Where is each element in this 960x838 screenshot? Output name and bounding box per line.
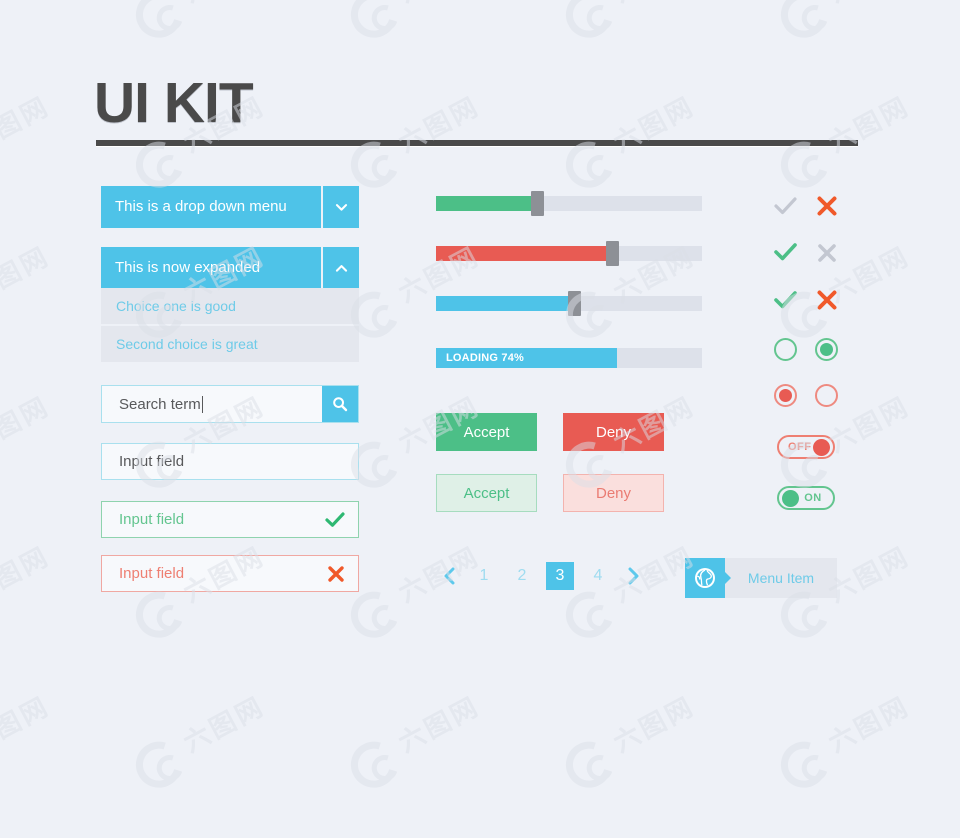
- watermark-text: 六图网: [179, 691, 271, 759]
- dropdown-collapsed-toggle[interactable]: [321, 186, 359, 228]
- watermark-spiral-icon: [772, 733, 836, 796]
- cross-icon: [328, 565, 344, 582]
- search-box[interactable]: Search term: [101, 385, 359, 423]
- pagination-page-2[interactable]: 2: [508, 562, 536, 590]
- progress-bar-label: LOADING 74%: [446, 352, 524, 364]
- dropdown-collapsed-label: This is a drop down menu: [101, 186, 321, 228]
- search-input[interactable]: Search term: [102, 386, 322, 422]
- toggle-off[interactable]: OFF: [777, 435, 835, 459]
- pagination: 1 2 3 4: [438, 562, 644, 590]
- input-field-valid-value: Input field: [119, 511, 185, 528]
- dropdown-expanded[interactable]: This is now expanded: [101, 247, 359, 289]
- cross-icon-active-1[interactable]: [816, 195, 840, 219]
- globe-icon: [695, 568, 715, 588]
- slider-green[interactable]: [436, 191, 702, 216]
- slider-red-knob[interactable]: [605, 241, 619, 266]
- ui-kit-page: UI KIT This is a drop down menu This is …: [0, 0, 960, 687]
- slider-blue[interactable]: [436, 291, 702, 316]
- dropdown-collapsed[interactable]: This is a drop down menu: [101, 186, 359, 228]
- watermark-spiral-icon: [557, 733, 621, 796]
- toggle-off-label: OFF: [788, 441, 812, 453]
- chevron-up-icon: [335, 264, 347, 272]
- pagination-page-3[interactable]: 3: [546, 562, 574, 590]
- text-caret: [201, 395, 203, 413]
- search-button[interactable]: [322, 386, 358, 422]
- watermark-spiral-icon: [127, 733, 191, 796]
- slider-blue-fill: [436, 296, 575, 311]
- slider-red-fill: [436, 246, 612, 261]
- search-input-value: Search term: [119, 395, 201, 413]
- check-icon-active-2[interactable]: [774, 242, 798, 266]
- header-divider: [96, 140, 858, 146]
- slider-red[interactable]: [436, 241, 702, 266]
- search-icon: [333, 397, 348, 412]
- input-field-plain-value: Input field: [119, 453, 185, 470]
- progress-bar: LOADING 74%: [436, 348, 702, 368]
- check-icon: [325, 512, 345, 527]
- radio-green-filled[interactable]: [815, 338, 838, 361]
- deny-button-light[interactable]: Deny: [563, 474, 664, 512]
- input-field-error[interactable]: Input field: [101, 555, 359, 592]
- dropdown-option-1[interactable]: Choice one is good: [101, 288, 359, 326]
- menu-item[interactable]: Menu Item: [685, 558, 837, 598]
- slider-green-fill: [436, 196, 538, 211]
- slider-blue-knob[interactable]: [568, 291, 582, 316]
- radio-red-empty[interactable]: [815, 384, 838, 407]
- check-icon-inactive-1[interactable]: [774, 196, 798, 220]
- page-title: UI KIT: [94, 71, 254, 135]
- dropdown-option-list: Choice one is good Second choice is grea…: [101, 288, 359, 362]
- chevron-down-icon: [335, 203, 347, 211]
- cross-icon: [817, 196, 837, 216]
- pagination-prev[interactable]: [438, 563, 460, 589]
- check-icon: [774, 291, 797, 309]
- progress-bar-fill: LOADING 74%: [436, 348, 617, 368]
- cross-icon-active-3[interactable]: [816, 289, 840, 313]
- menu-item-label: Menu Item: [747, 570, 815, 586]
- pagination-page-1[interactable]: 1: [470, 562, 498, 590]
- chevron-right-icon: [628, 567, 638, 585]
- accept-button-light[interactable]: Accept: [436, 474, 537, 512]
- deny-button[interactable]: Deny: [563, 413, 664, 451]
- watermark-text: 六图网: [824, 691, 916, 759]
- input-field-plain[interactable]: Input field: [101, 443, 359, 480]
- watermark-spiral-icon: [342, 733, 406, 796]
- dropdown-option-2[interactable]: Second choice is great: [101, 326, 359, 362]
- radio-green-empty[interactable]: [774, 338, 797, 361]
- dropdown-expanded-label: This is now expanded: [101, 247, 321, 289]
- pagination-next[interactable]: [622, 563, 644, 589]
- watermark-text: 六图网: [609, 691, 701, 759]
- input-field-error-value: Input field: [119, 565, 185, 582]
- watermark-text: 六图网: [0, 691, 56, 759]
- watermark-text: 六图网: [394, 691, 486, 759]
- accept-button[interactable]: Accept: [436, 413, 537, 451]
- check-icon-active-3[interactable]: [774, 290, 798, 314]
- toggle-off-knob[interactable]: [813, 438, 830, 456]
- toggle-on-knob[interactable]: [782, 489, 799, 507]
- input-field-valid[interactable]: Input field: [101, 501, 359, 538]
- check-icon: [774, 197, 797, 215]
- pagination-page-4[interactable]: 4: [584, 562, 612, 590]
- check-icon: [774, 243, 797, 261]
- toggle-on-label: ON: [804, 492, 822, 504]
- menu-item-icon-box: [685, 558, 731, 598]
- slider-green-knob[interactable]: [531, 191, 545, 216]
- cross-icon: [817, 290, 837, 310]
- toggle-on[interactable]: ON: [777, 486, 835, 510]
- cross-icon: [818, 244, 836, 262]
- dropdown-expanded-toggle[interactable]: [321, 247, 359, 289]
- radio-red-filled[interactable]: [774, 384, 797, 407]
- radio-red-dot: [779, 389, 792, 402]
- chevron-left-icon: [444, 567, 454, 585]
- radio-green-dot: [820, 343, 833, 356]
- cross-icon-inactive-2[interactable]: [816, 242, 840, 266]
